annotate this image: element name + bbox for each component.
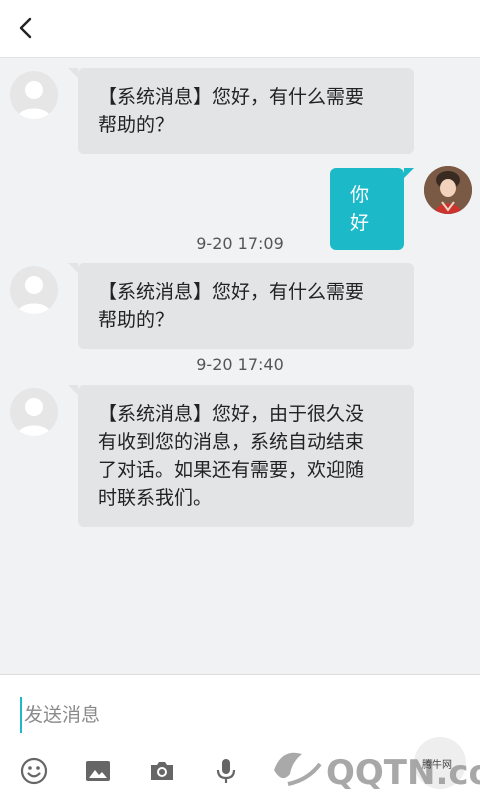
incoming-message-bubble[interactable]: 【系统消息】您好，有什么需要 帮助的？ bbox=[68, 68, 414, 154]
chat-message-list[interactable]: 【系统消息】您好，有什么需要 帮助的？ 你好 9-20 17:09 【系统消息】… bbox=[0, 58, 480, 674]
default-user-icon bbox=[17, 81, 51, 119]
user-avatar[interactable] bbox=[424, 166, 472, 214]
emoji-button[interactable] bbox=[18, 755, 50, 787]
chevron-left-icon bbox=[19, 17, 32, 39]
image-icon bbox=[86, 761, 110, 781]
microphone-icon bbox=[216, 759, 236, 783]
system-avatar bbox=[10, 71, 58, 119]
message-text-line: 帮助的？ bbox=[98, 309, 175, 331]
incoming-message-bubble[interactable]: 【系统消息】您好，由于很久没 有收到您的消息，系统自动结束 了对话。如果还有需要… bbox=[68, 385, 414, 527]
back-button[interactable] bbox=[8, 10, 44, 46]
message-composer bbox=[0, 674, 480, 800]
message-text-line: 有收到您的消息，系统自动结束 bbox=[98, 431, 365, 453]
message-text-line: 了对话。如果还有需要，欢迎随 bbox=[98, 459, 365, 481]
message-text-line: 时联系我们。 bbox=[98, 487, 213, 509]
incoming-message-bubble[interactable]: 【系统消息】您好，有什么需要 帮助的？ bbox=[68, 263, 414, 349]
message-text-line: 【系统消息】您好，有什么需要 bbox=[98, 281, 365, 303]
voice-button[interactable] bbox=[210, 755, 242, 787]
system-avatar bbox=[10, 388, 58, 436]
message-text: 你好 bbox=[350, 184, 370, 234]
camera-icon bbox=[151, 762, 173, 780]
emoji-icon bbox=[20, 757, 48, 785]
message-text-line: 帮助的？ bbox=[98, 114, 175, 136]
system-avatar bbox=[10, 266, 58, 314]
message-input[interactable] bbox=[20, 697, 460, 733]
message-text-line: 【系统消息】您好，有什么需要 bbox=[98, 86, 365, 108]
user-photo-icon bbox=[424, 166, 472, 214]
message-text-line: 【系统消息】您好，由于很久没 bbox=[98, 403, 365, 425]
default-user-icon bbox=[17, 398, 51, 436]
top-bar bbox=[0, 0, 480, 58]
watermark-caption: 腾牛网 bbox=[422, 760, 452, 771]
message-timestamp: 9-20 17:40 bbox=[196, 355, 284, 374]
default-user-icon bbox=[17, 276, 51, 314]
camera-button[interactable] bbox=[146, 755, 178, 787]
message-timestamp: 9-20 17:09 bbox=[196, 234, 284, 253]
image-button[interactable] bbox=[82, 755, 114, 787]
